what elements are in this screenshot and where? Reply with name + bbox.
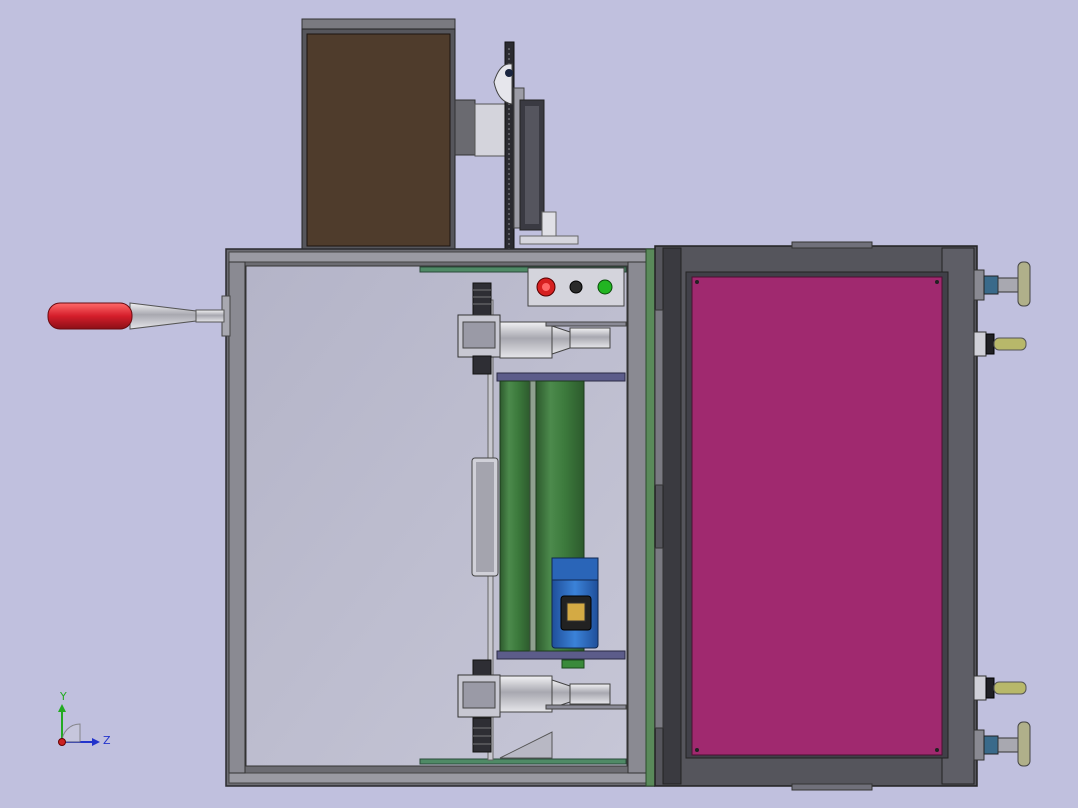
z-axis-label: Z bbox=[103, 734, 111, 747]
caster-wheel-bottom[interactable] bbox=[973, 675, 1027, 701]
right-cabinet[interactable] bbox=[654, 241, 978, 791]
emergency-stop-button[interactable] bbox=[536, 277, 556, 297]
caster-wheel-top[interactable] bbox=[973, 331, 1027, 357]
top-cabinet[interactable] bbox=[301, 18, 456, 252]
coordinate-triad: Y Z bbox=[58, 690, 111, 747]
front-panel[interactable] bbox=[691, 276, 943, 756]
lower-rail bbox=[496, 650, 626, 660]
slider-block[interactable] bbox=[471, 457, 499, 577]
cad-viewport[interactable]: Y Z bbox=[0, 0, 1078, 808]
control-panel[interactable] bbox=[527, 267, 625, 307]
green-start-button[interactable] bbox=[597, 279, 613, 295]
black-button[interactable] bbox=[569, 280, 583, 294]
side-monitor[interactable] bbox=[519, 99, 579, 245]
leveling-foot-top[interactable] bbox=[973, 261, 1031, 307]
upper-rail bbox=[496, 372, 626, 382]
crank-handle[interactable] bbox=[47, 295, 231, 337]
y-axis-label: Y bbox=[59, 690, 67, 703]
leveling-foot-bottom[interactable] bbox=[973, 721, 1031, 767]
lamp-icon bbox=[493, 63, 513, 105]
bottom-plate bbox=[419, 758, 627, 765]
cabinet-bracket bbox=[454, 99, 511, 157]
